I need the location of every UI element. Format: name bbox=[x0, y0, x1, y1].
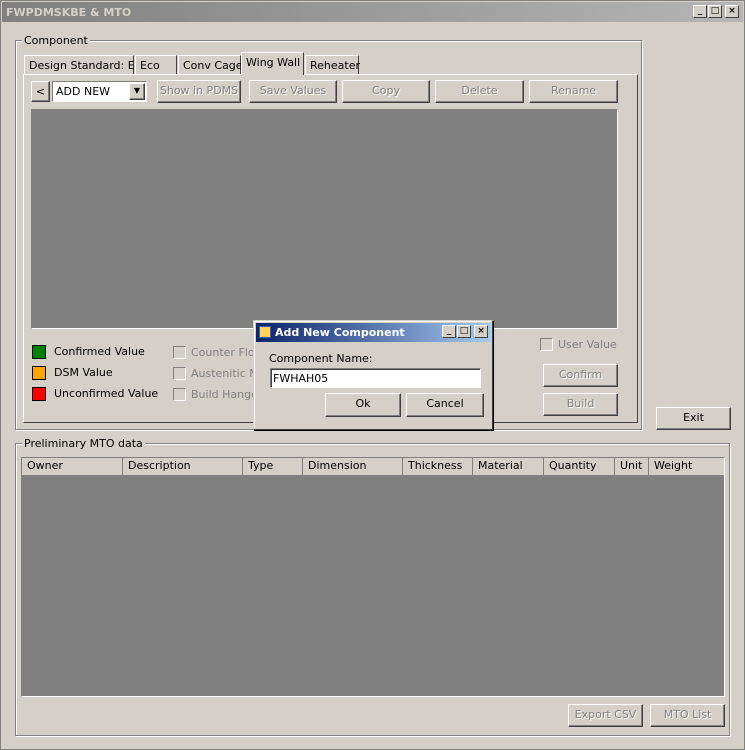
combobox-value: ADD NEW bbox=[56, 85, 111, 98]
copy-button[interactable]: Copy bbox=[342, 80, 430, 103]
window-title: FWPDMSKBE & MTO bbox=[6, 6, 132, 19]
cancel-button[interactable]: Cancel bbox=[406, 393, 484, 417]
user-value-label: User Value bbox=[558, 338, 617, 351]
confirmed-swatch bbox=[32, 345, 46, 359]
austenitic-checkbox[interactable] bbox=[173, 367, 186, 380]
add-new-component-dialog: Add New Component _ □ × Component Name: … bbox=[253, 320, 493, 430]
mto-table-header: Owner Description Type Dimension Thickne… bbox=[22, 458, 724, 475]
build-button[interactable]: Build bbox=[543, 393, 618, 416]
export-csv-button[interactable]: Export CSV bbox=[568, 704, 643, 727]
dialog-minimize-button[interactable]: _ bbox=[442, 325, 456, 338]
col-description[interactable]: Description bbox=[123, 458, 243, 475]
title-bar: FWPDMSKBE & MTO _ □ × bbox=[2, 2, 743, 22]
dialog-close-button[interactable]: × bbox=[474, 325, 488, 338]
col-type[interactable]: Type bbox=[243, 458, 303, 475]
tab-conv-cage[interactable]: Conv Cage bbox=[178, 55, 243, 75]
prev-button[interactable]: < bbox=[31, 81, 50, 102]
build-hanger-label: Build Hanger bbox=[191, 388, 263, 401]
user-value-checkbox[interactable] bbox=[540, 338, 553, 351]
mto-group-label: Preliminary MTO data bbox=[22, 437, 145, 450]
component-name-label: Component Name: bbox=[269, 352, 373, 365]
rename-button[interactable]: Rename bbox=[529, 80, 618, 103]
dsm-swatch bbox=[32, 366, 46, 380]
col-material[interactable]: Material bbox=[473, 458, 544, 475]
close-button[interactable]: × bbox=[725, 5, 739, 18]
unconfirmed-label: Unconfirmed Value bbox=[54, 387, 159, 400]
property-grid[interactable] bbox=[31, 109, 618, 329]
exit-button[interactable]: Exit bbox=[656, 407, 731, 430]
maximize-button[interactable]: □ bbox=[708, 5, 722, 18]
dialog-title: Add New Component bbox=[275, 326, 405, 339]
component-name-input[interactable]: FWHAH05 bbox=[270, 368, 481, 388]
show-in-pdms-button[interactable]: Show in PDMS bbox=[157, 80, 241, 103]
dialog-maximize-button[interactable]: □ bbox=[457, 325, 471, 338]
confirmed-label: Confirmed Value bbox=[54, 345, 145, 358]
chevron-down-icon[interactable]: ▼ bbox=[129, 83, 145, 100]
confirm-button[interactable]: Confirm bbox=[543, 364, 618, 387]
tab-wing-wall[interactable]: Wing Wall bbox=[241, 52, 304, 75]
component-group-label: Component bbox=[22, 34, 90, 47]
dsm-label: DSM Value bbox=[54, 366, 113, 379]
col-thickness[interactable]: Thickness bbox=[403, 458, 473, 475]
tab-reheater[interactable]: Reheater bbox=[305, 55, 360, 75]
tab-design-standard[interactable]: Design Standard: EN bbox=[24, 55, 143, 75]
mto-list-button[interactable]: MTO List bbox=[650, 704, 725, 727]
col-dimension[interactable]: Dimension bbox=[303, 458, 403, 475]
build-hanger-checkbox[interactable] bbox=[173, 388, 186, 401]
save-values-button[interactable]: Save Values bbox=[249, 80, 337, 103]
col-owner[interactable]: Owner bbox=[22, 458, 123, 475]
counter-flow-checkbox[interactable] bbox=[173, 346, 186, 359]
col-unit[interactable]: Unit bbox=[615, 458, 649, 475]
ok-button[interactable]: Ok bbox=[325, 393, 401, 417]
delete-button[interactable]: Delete bbox=[435, 80, 524, 103]
component-combobox[interactable]: ADD NEW ▼ bbox=[52, 81, 147, 102]
col-quantity[interactable]: Quantity bbox=[544, 458, 615, 475]
unconfirmed-swatch bbox=[32, 387, 46, 401]
col-weight[interactable]: Weight bbox=[649, 458, 724, 475]
app-icon bbox=[259, 326, 271, 338]
tab-eco[interactable]: Eco bbox=[135, 55, 177, 75]
dialog-title-bar: Add New Component _ □ × bbox=[256, 323, 491, 342]
mto-table[interactable]: Owner Description Type Dimension Thickne… bbox=[21, 457, 725, 697]
minimize-button[interactable]: _ bbox=[693, 5, 707, 18]
